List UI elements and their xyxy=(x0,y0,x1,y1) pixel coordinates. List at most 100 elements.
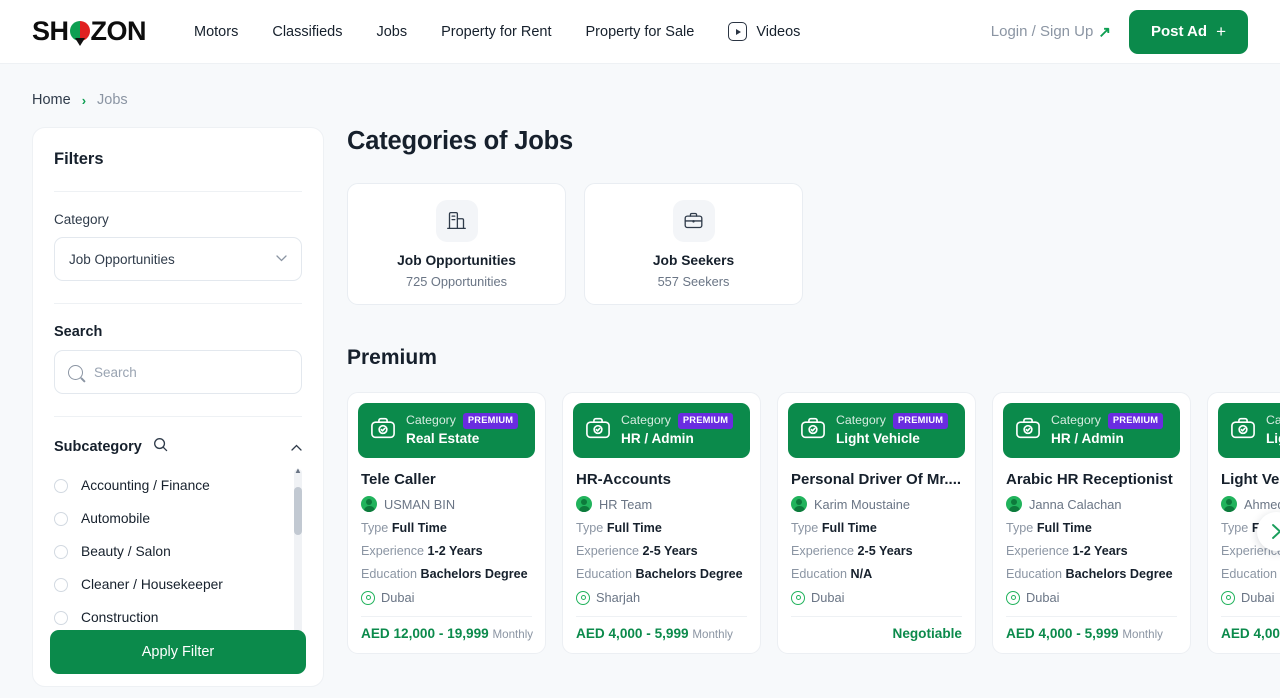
job-location: Sharjah xyxy=(576,590,750,605)
nav-item-motors[interactable]: Motors xyxy=(194,24,238,40)
job-author: HR Team xyxy=(576,496,750,512)
job-location-value: Dubai xyxy=(1026,590,1060,605)
radio-icon[interactable] xyxy=(54,511,68,526)
subcategory-item-cleaner-housekeeper[interactable]: Cleaner / Housekeeper xyxy=(54,568,288,601)
job-location-value: Dubai xyxy=(1241,590,1275,605)
breadcrumb-home[interactable]: Home xyxy=(32,92,71,108)
job-card-banner: Category PREMIUM Light Vehicle xyxy=(1218,403,1280,458)
job-title: Personal Driver Of Mr.... xyxy=(791,471,962,488)
job-price-value: AED 4,000 - 5,999 xyxy=(576,626,689,641)
radio-icon[interactable] xyxy=(54,577,68,592)
job-type-value: Full Time xyxy=(821,521,877,535)
job-experience-row: Experience 2-5 Years xyxy=(791,544,965,558)
chevron-right-icon: › xyxy=(81,92,87,108)
job-experience-value: 1-2 Years xyxy=(1072,544,1128,558)
job-experience-label: Experience xyxy=(1006,544,1070,558)
avatar xyxy=(361,496,377,512)
nav-item-property-for-sale[interactable]: Property for Sale xyxy=(586,24,695,40)
job-price-period: Monthly xyxy=(1122,628,1163,641)
nav-item-videos[interactable]: Videos xyxy=(728,22,800,41)
nav-item-property-for-rent[interactable]: Property for Rent xyxy=(441,24,551,40)
job-price-period: Monthly xyxy=(692,628,733,641)
divider xyxy=(1221,616,1280,617)
job-category-label: Category xyxy=(621,413,671,428)
header-actions: Login / Sign Up ↗ Post Ad + xyxy=(991,9,1248,54)
search-field-wrapper xyxy=(54,350,302,394)
login-signup-link[interactable]: Login / Sign Up ↗ xyxy=(991,23,1111,41)
brand-logo[interactable]: SH ZON xyxy=(32,16,147,47)
category-card-job-seekers[interactable]: Job Seekers 557 Seekers xyxy=(584,183,803,305)
job-card[interactable]: Category PREMIUM HR / Admin Arabic HR Re… xyxy=(992,392,1191,654)
search-icon xyxy=(68,364,83,380)
job-location: Dubai xyxy=(1006,590,1180,605)
site-header: SH ZON Motors Classifieds Jobs Property f… xyxy=(0,0,1280,64)
divider xyxy=(1006,616,1177,617)
category-card-count: 725 Opportunities xyxy=(405,273,508,289)
category-card-name: Job Opportunities xyxy=(397,252,516,268)
subcategory-item-accounting-finance[interactable]: Accounting / Finance xyxy=(54,469,288,502)
job-experience-value: 2-5 Years xyxy=(642,544,698,558)
divider xyxy=(54,191,302,192)
job-education-row: Education N/A xyxy=(791,567,965,581)
job-price-value: AED 4,000 - 5,999 xyxy=(1006,626,1119,641)
job-title: Arabic HR Receptionist xyxy=(1006,471,1173,488)
logo-text-pre: SH xyxy=(32,16,69,46)
subcategory-search-icon[interactable] xyxy=(153,437,168,457)
location-pin-icon xyxy=(361,590,375,605)
job-experience-label: Experience xyxy=(361,544,425,558)
job-card-banner: Category PREMIUM Real Estate xyxy=(358,403,535,458)
avatar xyxy=(791,496,807,512)
job-card[interactable]: Category PREMIUM HR / Admin HR-Accounts … xyxy=(562,392,761,654)
logo-text-post: ZON xyxy=(90,16,147,46)
subcategory-scrollbar[interactable] xyxy=(294,469,302,654)
subcategory-header: Subcategory xyxy=(54,437,302,457)
job-category-value: HR / Admin xyxy=(1051,431,1124,447)
job-education-value: Bachelors Degree xyxy=(1065,567,1173,581)
radio-icon[interactable] xyxy=(54,610,68,625)
job-category-cards: Job Opportunities 725 Opportunities Job … xyxy=(347,183,1280,305)
job-title: Tele Caller xyxy=(361,471,436,488)
job-location: Dubai xyxy=(361,590,535,605)
job-price-value: AED 4,000 - 5,999 xyxy=(1221,626,1280,641)
job-type-label: Type xyxy=(791,521,819,535)
apply-filter-button[interactable]: Apply Filter xyxy=(50,630,306,674)
avatar xyxy=(1221,496,1237,512)
job-card-banner: Category PREMIUM HR / Admin xyxy=(1003,403,1180,458)
external-arrow-icon: ↗ xyxy=(1098,23,1111,41)
scroll-up-icon[interactable]: ▲ xyxy=(294,467,302,475)
nav-item-classifieds[interactable]: Classifieds xyxy=(272,24,342,40)
job-title: Light Vehicle Driver xyxy=(1221,471,1280,488)
job-experience-row: Experience 2-5 Years xyxy=(576,544,750,558)
page-title: Categories of Jobs xyxy=(347,127,573,155)
scrollbar-thumb[interactable] xyxy=(294,487,302,535)
job-type-label: Type xyxy=(1221,521,1249,535)
nav-label: Videos xyxy=(756,23,801,40)
category-select[interactable]: Job Opportunities xyxy=(54,237,302,281)
premium-badge: PREMIUM xyxy=(892,412,949,430)
post-ad-button[interactable]: Post Ad + xyxy=(1128,9,1248,54)
job-category-label: Category xyxy=(406,413,456,428)
job-author-name: USMAN BIN xyxy=(384,496,456,512)
job-experience-row: Experience 1-2 Years xyxy=(361,544,535,558)
job-card[interactable]: Category PREMIUM Light Vehicle Personal … xyxy=(777,392,976,654)
job-experience-label: Experience xyxy=(791,544,855,558)
post-ad-label: Post Ad xyxy=(1150,23,1208,40)
chevron-up-icon[interactable] xyxy=(291,440,302,454)
video-play-icon xyxy=(728,22,748,41)
job-type-label: Type xyxy=(576,521,604,535)
job-price: AED 12,000 - 19,999 Monthly xyxy=(361,626,533,641)
job-card[interactable]: Category PREMIUM Real Estate Tele Caller… xyxy=(347,392,546,654)
briefcase-check-icon xyxy=(799,414,827,447)
radio-icon[interactable] xyxy=(54,478,68,493)
job-education-label: Education xyxy=(576,567,633,581)
location-pin-icon xyxy=(1221,590,1235,605)
job-location-value: Dubai xyxy=(811,590,845,605)
subcategory-item-beauty-salon[interactable]: Beauty / Salon xyxy=(54,535,288,568)
category-card-job-opportunities[interactable]: Job Opportunities 725 Opportunities xyxy=(347,183,566,305)
nav-item-jobs[interactable]: Jobs xyxy=(376,24,407,40)
job-title: HR-Accounts xyxy=(576,471,672,488)
radio-icon[interactable] xyxy=(54,544,68,559)
search-input[interactable] xyxy=(94,364,288,380)
job-location-value: Dubai xyxy=(381,590,415,605)
subcategory-item-automobile[interactable]: Automobile xyxy=(54,502,288,535)
